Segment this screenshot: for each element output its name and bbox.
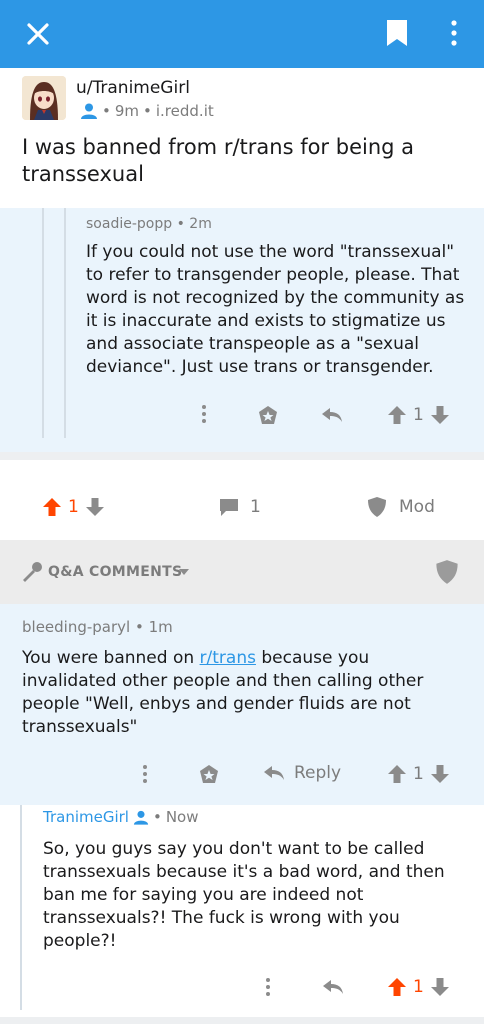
more-vertical-icon[interactable]	[137, 764, 153, 784]
upvote-icon[interactable]	[42, 496, 62, 518]
shield-icon[interactable]	[435, 559, 459, 585]
comment-text: You were banned on	[22, 648, 200, 668]
bookmark-icon[interactable]	[385, 18, 409, 48]
comment-body: You were banned on r/trans because you i…	[22, 647, 462, 739]
post-domain[interactable]: i.redd.it	[156, 102, 214, 120]
comment-meta: soadie-popp • 2m	[86, 216, 212, 232]
bullet: •	[143, 102, 152, 120]
more-vertical-icon[interactable]	[444, 18, 464, 48]
avatar-image	[22, 76, 66, 120]
post-action-bar: 1 1 Mod	[0, 460, 484, 540]
upvote-icon[interactable]	[387, 976, 407, 998]
thread-line	[64, 208, 66, 438]
qa-comments-header: Q&A COMMENTS	[0, 540, 484, 604]
reply-button[interactable]: Reply	[262, 763, 341, 783]
reply-icon[interactable]	[320, 405, 344, 425]
divider	[0, 1017, 484, 1024]
mod-button[interactable]: Mod	[367, 496, 435, 518]
comment-score: 1	[413, 977, 424, 997]
downvote-icon[interactable]	[430, 976, 450, 998]
upvote-icon[interactable]	[387, 404, 407, 426]
post-header: u/TranimeGirl • 9m • i.redd.it I was ban…	[0, 68, 484, 208]
comment-age: 2m	[189, 216, 212, 232]
close-icon[interactable]	[24, 20, 52, 48]
post-title[interactable]: I was banned from r/trans for being a tr…	[22, 134, 462, 188]
comments-button[interactable]: 1	[218, 496, 261, 518]
comment-author[interactable]: TranimeGirl	[43, 808, 129, 826]
reply-icon	[264, 766, 284, 780]
more-vertical-icon[interactable]	[196, 404, 212, 424]
reply-icon[interactable]	[321, 977, 345, 997]
post-age: 9m	[114, 102, 140, 120]
post-score: 1	[68, 497, 79, 517]
user-icon	[81, 103, 97, 119]
comment-count: 1	[250, 497, 261, 517]
subreddit-link[interactable]: r/trans	[200, 648, 256, 668]
award-icon[interactable]	[256, 404, 280, 426]
comment-author[interactable]: bleeding-paryl	[22, 618, 130, 636]
post-meta: • 9m • i.redd.it	[80, 102, 214, 120]
shield-icon	[368, 497, 386, 517]
post-author[interactable]: u/TranimeGirl	[76, 78, 190, 98]
downvote-icon[interactable]	[85, 496, 105, 518]
more-vertical-icon[interactable]	[260, 977, 276, 997]
comment: bleeding-paryl • 1m You were banned on r…	[0, 604, 484, 805]
comment-age: 1m	[148, 618, 173, 636]
comment-meta: bleeding-paryl • 1m	[22, 618, 173, 636]
chevron-down-icon[interactable]	[178, 568, 190, 576]
context-comment: soadie-popp • 2m If you could not use th…	[0, 208, 484, 452]
top-app-bar	[0, 0, 484, 68]
qa-title[interactable]: Q&A COMMENTS	[48, 564, 182, 580]
user-icon	[133, 810, 149, 825]
upvote-icon[interactable]	[387, 763, 407, 785]
downvote-icon[interactable]	[430, 763, 450, 785]
thread-line	[42, 208, 44, 438]
microphone-icon	[23, 562, 42, 582]
comment-score: 1	[413, 764, 424, 784]
award-icon[interactable]	[197, 763, 221, 785]
reply-label: Reply	[294, 763, 342, 783]
thread-line	[20, 805, 22, 1010]
comment-icon	[220, 499, 238, 516]
comment-meta: TranimeGirl • Now	[43, 808, 199, 826]
downvote-icon[interactable]	[430, 404, 450, 426]
comment-age: Now	[165, 808, 199, 826]
bullet: •	[102, 102, 111, 120]
comment-score: 1	[413, 405, 424, 425]
mod-label: Mod	[399, 497, 435, 517]
comment-body: If you could not use the word "transsexu…	[86, 242, 465, 377]
avatar[interactable]	[22, 76, 66, 120]
divider	[0, 452, 484, 460]
comment: TranimeGirl • Now So, you guys say you d…	[0, 805, 484, 1017]
comment-author[interactable]: soadie-popp	[86, 216, 172, 232]
comment-body: So, you guys say you don't want to be ca…	[43, 839, 445, 951]
